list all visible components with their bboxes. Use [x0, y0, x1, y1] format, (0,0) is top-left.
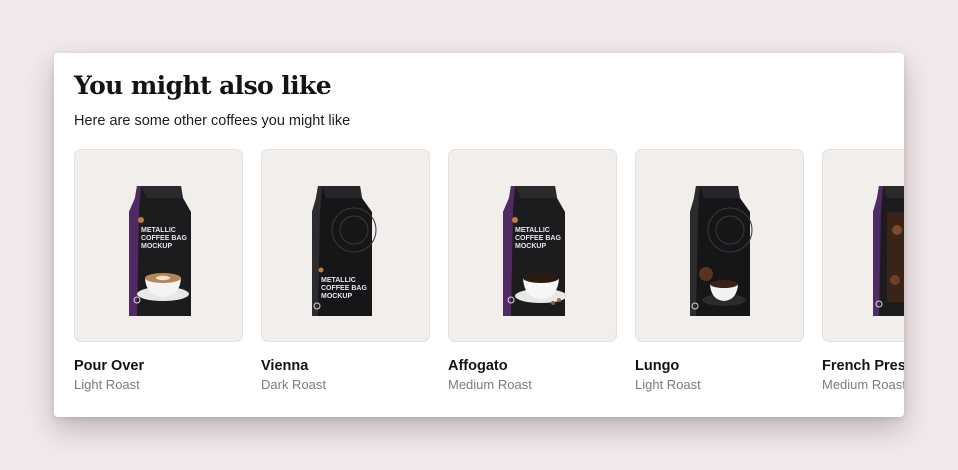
product-roast: Light Roast [74, 377, 140, 392]
product-roast: Dark Roast [261, 377, 327, 392]
product-roast: Light Roast [635, 377, 701, 392]
product-name[interactable]: Pour Over [74, 358, 243, 374]
coffee-bag-icon [873, 186, 904, 316]
product-image[interactable] [822, 149, 904, 342]
product-card[interactable]: METALLIC COFFEE BAG MOCKUP Affogato Medi… [448, 149, 617, 392]
coffee-bag-icon [690, 186, 753, 316]
coffee-bag-icon: METALLIC COFFEE BAG MOCKUP [503, 186, 567, 316]
product-name[interactable]: Vienna [261, 358, 430, 374]
product-image[interactable]: METALLIC COFFEE BAG MOCKUP [448, 149, 617, 342]
svg-text:COFFEE BAG: COFFEE BAG [321, 285, 367, 292]
svg-text:METALLIC: METALLIC [141, 227, 176, 234]
product-name[interactable]: French Press [822, 358, 904, 374]
product-card[interactable]: METALLIC COFFEE BAG MOCKUP Vienna Dark R… [261, 149, 430, 392]
product-roast: Medium Roast [448, 377, 532, 392]
section-title: You might also like [74, 71, 332, 100]
product-card[interactable]: METALLIC COFFEE BAG MOCKUP Pour Over Lig… [74, 149, 243, 392]
svg-text:COFFEE BAG: COFFEE BAG [141, 235, 187, 242]
product-image[interactable]: METALLIC COFFEE BAG MOCKUP [261, 149, 430, 342]
product-name[interactable]: Affogato [448, 358, 617, 374]
product-image[interactable]: METALLIC COFFEE BAG MOCKUP [74, 149, 243, 342]
svg-text:METALLIC: METALLIC [515, 227, 550, 234]
svg-text:METALLIC: METALLIC [321, 277, 356, 284]
recommendations-card: You might also like Here are some other … [54, 53, 904, 417]
product-carousel[interactable]: METALLIC COFFEE BAG MOCKUP Pour Over Lig… [74, 149, 904, 392]
coffee-bag-icon: METALLIC COFFEE BAG MOCKUP [312, 186, 377, 316]
product-roast: Medium Roast [822, 377, 904, 392]
section-subtitle: Here are some other coffees you might li… [74, 113, 351, 129]
svg-text:MOCKUP: MOCKUP [321, 293, 352, 300]
svg-text:COFFEE BAG: COFFEE BAG [515, 235, 561, 242]
product-card[interactable]: French Press Medium Roast [822, 149, 904, 392]
svg-text:MOCKUP: MOCKUP [515, 243, 546, 250]
product-name[interactable]: Lungo [635, 358, 804, 374]
product-image[interactable] [635, 149, 804, 342]
svg-text:MOCKUP: MOCKUP [141, 243, 172, 250]
coffee-bag-icon: METALLIC COFFEE BAG MOCKUP [129, 186, 191, 316]
product-card[interactable]: Lungo Light Roast [635, 149, 804, 392]
